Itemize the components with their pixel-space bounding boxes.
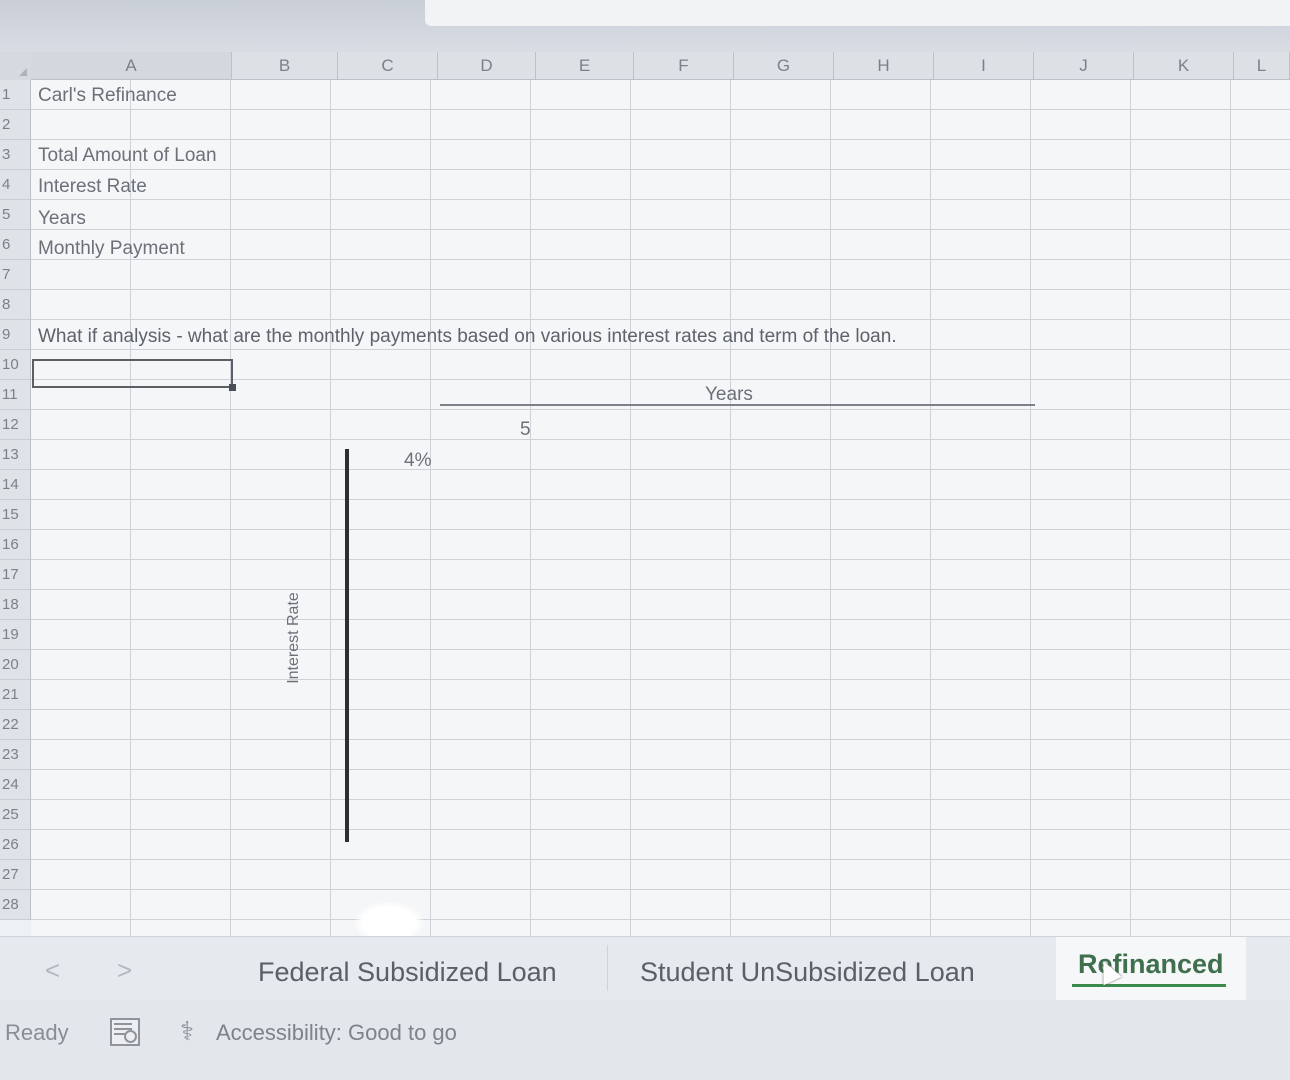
row-header-26[interactable]: 26 — [0, 830, 31, 860]
cell-a6[interactable]: Monthly Payment — [38, 238, 185, 260]
column-header-j[interactable]: J — [1034, 52, 1134, 80]
column-header-l[interactable]: L — [1234, 52, 1290, 80]
row-header-22[interactable]: 22 — [0, 710, 31, 740]
row-header-21[interactable]: 21 — [0, 680, 31, 710]
row-header-23[interactable]: 23 — [0, 740, 31, 770]
interest-rate-label[interactable]: Interest Rate — [285, 592, 303, 684]
row-header-15[interactable]: 15 — [0, 500, 31, 530]
interest-rate-border — [345, 449, 349, 842]
fill-handle[interactable] — [229, 384, 236, 391]
row-header-25[interactable]: 25 — [0, 800, 31, 830]
row-header-1[interactable]: 1 — [0, 80, 31, 110]
column-header-h[interactable]: H — [834, 52, 934, 80]
cell-c13[interactable]: 4% — [404, 450, 431, 472]
cell-d12[interactable]: 5 — [520, 419, 531, 441]
status-bar: Ready ⚕ Accessibility: Good to go — [0, 1000, 1290, 1080]
column-header-f[interactable]: F — [634, 52, 734, 80]
row-header-4[interactable]: 4 — [0, 170, 31, 200]
row-header-13[interactable]: 13 — [0, 440, 31, 470]
column-header-d[interactable]: D — [438, 52, 536, 80]
years-underline — [440, 404, 1035, 406]
tab-student-unsubsidized-loan[interactable]: Student UnSubsidized Loan — [618, 937, 997, 1001]
status-ready: Ready — [5, 1020, 69, 1045]
column-header-k[interactable]: K — [1134, 52, 1234, 80]
row-header-6[interactable]: 6 — [0, 230, 31, 260]
row-header-2[interactable]: 2 — [0, 110, 31, 140]
row-header-19[interactable]: 19 — [0, 620, 31, 650]
column-header-e[interactable]: E — [536, 52, 634, 80]
row-header-5[interactable]: 5 — [0, 200, 31, 230]
tab-refinanced[interactable]: Refinanced — [1056, 937, 1246, 1001]
active-tab-underline — [1072, 984, 1226, 987]
cell-grid[interactable] — [31, 80, 1290, 936]
tab-label: Student UnSubsidized Loan — [640, 957, 975, 987]
top-panel — [425, 0, 1290, 26]
row-header-27[interactable]: 27 — [0, 860, 31, 890]
accessibility-status[interactable]: Accessibility: Good to go — [216, 1020, 457, 1046]
active-cell-a10[interactable] — [32, 359, 236, 391]
tab-label: Federal Subsidized Loan — [258, 957, 557, 987]
accessibility-icon[interactable]: ⚕ — [180, 1016, 194, 1047]
cell-a9[interactable]: What if analysis - what are the monthly … — [38, 326, 897, 348]
row-header-16[interactable]: 16 — [0, 530, 31, 560]
cell-a3[interactable]: Total Amount of Loan — [38, 145, 217, 167]
spreadsheet-grid[interactable]: A B C D E F G H I J K L 1 2 3 4 5 6 7 8 … — [0, 52, 1290, 936]
row-header-12[interactable]: 12 — [0, 410, 31, 440]
cell-a1[interactable]: Carl's Refinance — [38, 85, 177, 107]
row-header-3[interactable]: 3 — [0, 140, 31, 170]
column-header-g[interactable]: G — [734, 52, 834, 80]
column-header-i[interactable]: I — [934, 52, 1034, 80]
row-header-20[interactable]: 20 — [0, 650, 31, 680]
cell-a4[interactable]: Interest Rate — [38, 176, 147, 198]
row-header-18[interactable]: 18 — [0, 590, 31, 620]
years-header[interactable]: Years — [705, 384, 753, 406]
cell-a5[interactable]: Years — [38, 208, 86, 230]
column-header-c[interactable]: C — [338, 52, 438, 80]
window-top-bar — [0, 0, 1290, 52]
tab-separator — [607, 945, 608, 991]
row-header-28[interactable]: 28 — [0, 890, 31, 920]
prev-sheet-button[interactable]: < — [45, 955, 60, 986]
column-header-a[interactable]: A — [31, 52, 232, 80]
row-header-17[interactable]: 17 — [0, 560, 31, 590]
select-all-corner[interactable] — [0, 52, 32, 81]
row-header-11[interactable]: 11 — [0, 380, 31, 410]
next-sheet-button[interactable]: > — [117, 955, 132, 986]
row-header-9[interactable]: 9 — [0, 320, 31, 350]
row-header-24[interactable]: 24 — [0, 770, 31, 800]
column-header-b[interactable]: B — [232, 52, 338, 80]
macro-record-icon[interactable] — [110, 1018, 140, 1046]
row-header-7[interactable]: 7 — [0, 260, 31, 290]
row-header-10[interactable]: 10 — [0, 350, 31, 380]
row-header-14[interactable]: 14 — [0, 470, 31, 500]
row-header-8[interactable]: 8 — [0, 290, 31, 320]
tab-federal-subsidized-loan[interactable]: Federal Subsidized Loan — [236, 937, 579, 1001]
